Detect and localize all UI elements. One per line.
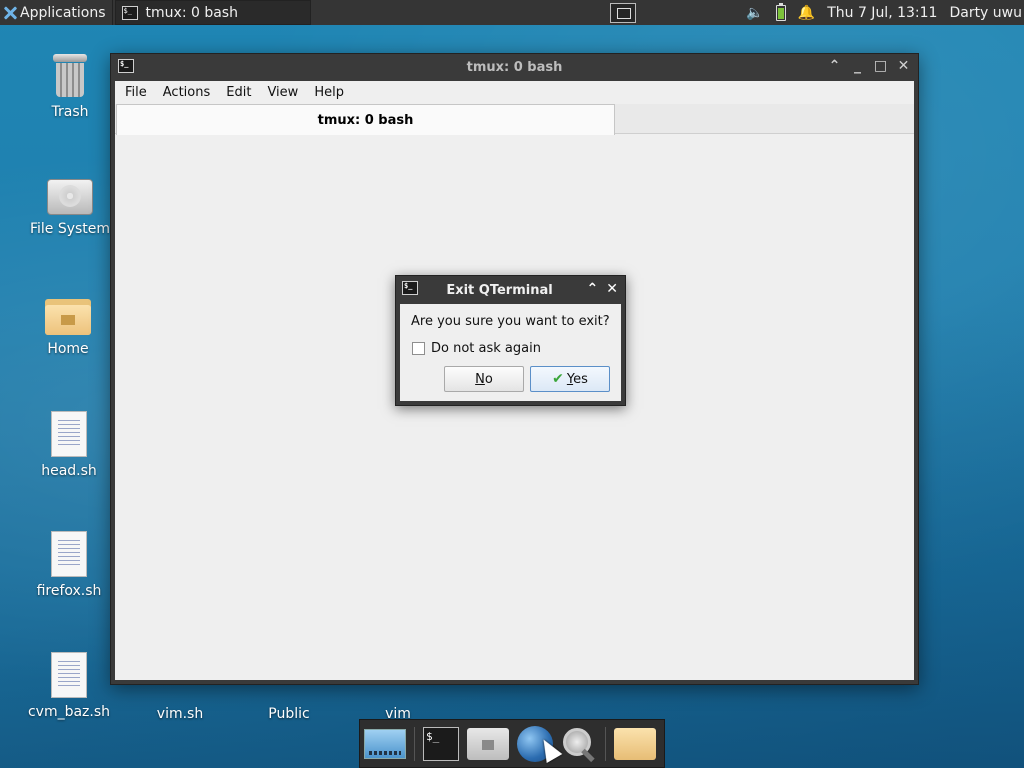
- desktop-icon-label: Public: [268, 706, 310, 722]
- menubar: File Actions Edit View Help: [115, 81, 914, 104]
- window-titlebar[interactable]: $_ tmux: 0 bash ⌃ _ □ ✕: [111, 54, 918, 81]
- trash-icon: [53, 54, 87, 98]
- menu-file[interactable]: File: [117, 85, 155, 100]
- folder-launcher-icon[interactable]: [614, 727, 656, 760]
- do-not-ask-checkbox[interactable]: Do not ask again: [412, 341, 541, 356]
- desktop-icon-label: File System: [29, 221, 111, 237]
- clock[interactable]: Thu 7 Jul, 13:11: [827, 5, 937, 21]
- script-file-icon: [51, 652, 87, 698]
- top-panel: Applications $_ tmux: 0 bash 🔈 🔔 Thu 7 J…: [0, 0, 1024, 25]
- maximize-icon[interactable]: □: [872, 58, 889, 74]
- checkmark-icon: ✔: [552, 371, 564, 387]
- desktop-icon-head-sh[interactable]: head.sh: [24, 411, 114, 479]
- menu-help[interactable]: Help: [306, 85, 352, 100]
- xfce-logo-icon: [3, 6, 17, 20]
- no-label-rest: o: [484, 371, 493, 387]
- yes-button[interactable]: ✔ Yes: [530, 366, 610, 392]
- system-tray: 🔈 🔔 Thu 7 Jul, 13:11 Darty uwu: [746, 0, 1024, 25]
- desktop-icon-label: firefox.sh: [36, 583, 102, 599]
- desktop-icon-label: Home: [47, 341, 89, 357]
- volume-icon[interactable]: 🔈: [746, 5, 763, 21]
- desktop-icon-label: head.sh: [41, 463, 97, 479]
- dock-separator: [414, 726, 415, 761]
- window-shade-icon[interactable]: ⌃: [826, 58, 843, 74]
- exit-dialog: $_ Exit QTerminal ⌃ ✕ Are you sure you w…: [395, 275, 626, 406]
- terminal-area[interactable]: [115, 135, 914, 680]
- terminal-icon: $_: [402, 281, 418, 295]
- desktop-icon-firefox-sh[interactable]: firefox.sh: [24, 531, 114, 599]
- terminal-launcher-icon[interactable]: $_: [423, 726, 459, 761]
- dialog-body: Are you sure you want to exit? Do not as…: [400, 304, 621, 401]
- menu-actions[interactable]: Actions: [155, 85, 219, 100]
- no-button[interactable]: No: [444, 366, 524, 392]
- dialog-message: Are you sure you want to exit?: [411, 314, 610, 329]
- desktop-icon-public[interactable]: Public: [244, 706, 334, 722]
- desktop-icon-home[interactable]: Home: [23, 299, 113, 357]
- app-finder-launcher-icon[interactable]: [561, 726, 597, 762]
- panel-separator: [111, 0, 113, 25]
- taskbar-item-terminal[interactable]: $_ tmux: 0 bash: [114, 0, 311, 25]
- notification-bell-icon[interactable]: 🔔: [798, 5, 815, 21]
- menu-view[interactable]: View: [259, 85, 306, 100]
- hard-drive-icon: [47, 179, 93, 215]
- dialog-titlebar[interactable]: $_ Exit QTerminal ⌃ ✕: [396, 276, 625, 304]
- yes-label-rest: es: [573, 371, 588, 387]
- taskbar-item-label: tmux: 0 bash: [145, 4, 238, 21]
- tab-tmux-bash[interactable]: tmux: 0 bash: [116, 104, 615, 135]
- dock: $_: [359, 719, 665, 768]
- applications-label: Applications: [20, 4, 106, 21]
- checkbox-label: Do not ask again: [431, 341, 541, 356]
- script-file-icon: [51, 531, 87, 577]
- terminal-icon: $_: [118, 59, 134, 73]
- tab-bar: tmux: 0 bash: [115, 104, 914, 135]
- user-menu[interactable]: Darty uwu: [949, 5, 1022, 21]
- no-mnemonic: N: [475, 371, 485, 387]
- minimize-icon[interactable]: _: [849, 58, 866, 74]
- window-title: tmux: 0 bash: [466, 60, 563, 75]
- applications-menu-button[interactable]: Applications: [0, 0, 110, 25]
- dock-separator: [605, 726, 606, 761]
- dialog-close-icon[interactable]: ✕: [606, 281, 618, 297]
- workspace-switcher[interactable]: [610, 3, 636, 23]
- terminal-icon: $_: [121, 5, 138, 20]
- file-manager-launcher-icon[interactable]: [467, 727, 509, 760]
- dialog-shade-icon[interactable]: ⌃: [587, 281, 599, 297]
- desktop-icon-label: Trash: [51, 104, 89, 120]
- desktop-icon-trash[interactable]: Trash: [25, 54, 115, 120]
- show-desktop-icon[interactable]: [364, 728, 406, 759]
- checkbox-box[interactable]: [412, 342, 425, 355]
- menu-edit[interactable]: Edit: [218, 85, 259, 100]
- desktop-icon-file-system[interactable]: File System: [25, 179, 115, 237]
- battery-icon[interactable]: [775, 2, 786, 21]
- desktop-icon-vim-sh[interactable]: vim.sh: [135, 706, 225, 722]
- desktop-icon-label: cvm_baz.sh: [27, 704, 111, 720]
- desktop-icon-cvm-baz-sh[interactable]: cvm_baz.sh: [24, 652, 114, 720]
- home-folder-icon: [45, 299, 91, 335]
- close-icon[interactable]: ✕: [895, 58, 912, 74]
- desktop-icon-label: vim.sh: [156, 706, 204, 722]
- script-file-icon: [51, 411, 87, 457]
